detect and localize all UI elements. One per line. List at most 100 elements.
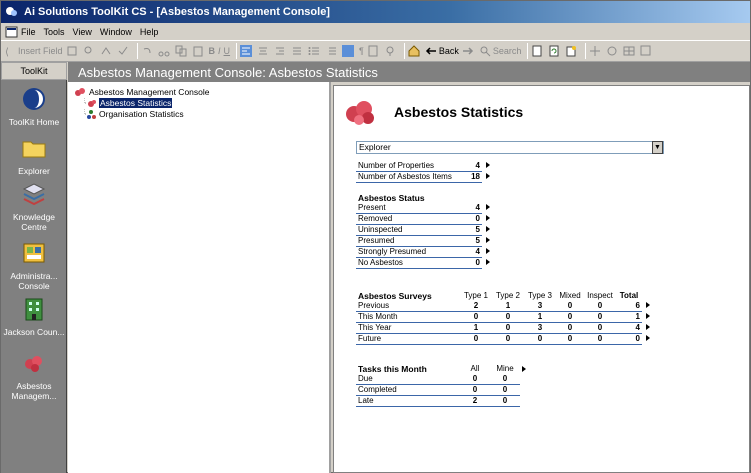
sidebar-item-jackson-county[interactable]: Jackson Coun... — [1, 296, 67, 337]
sidebar-item-toolkit-home[interactable]: ToolKit Home — [1, 86, 67, 127]
table-row: This Year 1 0 3 0 0 4 — [356, 322, 652, 334]
cell-value: 3 — [524, 322, 556, 334]
cell-value: 0 — [556, 311, 584, 323]
drilldown-arrow-icon[interactable] — [482, 225, 492, 236]
select-value: Explorer — [359, 142, 391, 152]
organisation-select[interactable]: Explorer ▼ — [356, 141, 664, 154]
undo-button[interactable] — [141, 43, 155, 59]
underline-button[interactable]: U — [224, 43, 231, 59]
title-bar[interactable]: Ai Solutions ToolKit CS - [Asbestos Mana… — [1, 1, 750, 23]
menu-window[interactable]: Window — [100, 27, 132, 37]
row-label: Number of Properties — [356, 161, 460, 172]
bullet-list-button[interactable] — [325, 43, 339, 59]
drilldown-arrow-icon[interactable] — [482, 236, 492, 247]
align-left-button[interactable] — [240, 43, 254, 59]
align-right-button[interactable] — [274, 43, 288, 59]
menu-tools[interactable]: Tools — [44, 27, 65, 37]
home-button[interactable] — [408, 43, 422, 59]
cell-value: 0 — [460, 374, 490, 385]
menu-file[interactable]: File — [21, 27, 36, 37]
search-label: Search — [492, 46, 522, 56]
new-document-button[interactable] — [565, 43, 579, 59]
sidebar-item-label: ToolKit Home — [8, 117, 60, 127]
asbestos-logo-icon — [346, 101, 374, 125]
drilldown-arrow-icon[interactable] — [482, 161, 492, 172]
sidebar-item-label: Jackson Coun... — [3, 327, 65, 337]
menu-help[interactable]: Help — [140, 27, 159, 37]
dropdown-arrow-icon[interactable]: ▼ — [652, 141, 663, 154]
tree-node-label: Asbestos Management Console — [89, 87, 210, 97]
cell-value: 3 — [524, 301, 556, 312]
cell-value: 0 — [556, 322, 584, 334]
drilldown-arrow-icon[interactable] — [482, 172, 492, 183]
numbered-list-button[interactable] — [308, 43, 322, 59]
row-value: 0 — [460, 257, 482, 269]
menu-view[interactable]: View — [73, 27, 92, 37]
tree-node-organisation-statistics[interactable]: Organisation Statistics — [84, 109, 184, 119]
spell-check-button[interactable] — [117, 43, 131, 59]
print-preview-button[interactable] — [531, 43, 545, 59]
drilldown-arrow-icon[interactable] — [482, 214, 492, 225]
replace-button[interactable] — [100, 43, 114, 59]
organisation-icon — [84, 109, 96, 119]
toolkit-home-icon — [23, 88, 45, 110]
cut-button[interactable] — [158, 43, 172, 59]
status-table: Asbestos Status Present 4 Removed 0 Uninsp… — [356, 193, 492, 269]
sidebar-item-label: Explorer — [18, 166, 50, 176]
search-button[interactable]: Search — [479, 43, 522, 59]
sidebar-item-asbestos-management[interactable]: Asbestos Managem... — [1, 350, 67, 401]
section-title: Tasks this Month — [358, 364, 427, 374]
paragraph-button[interactable]: ¶ — [359, 43, 364, 59]
back-button[interactable]: Back — [425, 43, 459, 59]
cell-value: 1 — [616, 311, 642, 323]
drilldown-arrow-icon[interactable] — [642, 301, 652, 312]
asbestos-icon — [75, 88, 85, 96]
insert-field-button[interactable]: ⟨ Insert Field — [4, 43, 63, 59]
insert-button[interactable] — [589, 43, 603, 59]
find-button[interactable] — [83, 43, 97, 59]
bold-button[interactable]: B — [209, 43, 216, 59]
cell-value: 2 — [460, 301, 492, 312]
preview-button[interactable] — [640, 43, 654, 59]
drilldown-arrow-icon[interactable] — [482, 258, 492, 269]
table-header: Tasks this Month All Mine — [356, 364, 528, 374]
sidebar-item-administration-console[interactable]: Administra... Console — [1, 240, 67, 291]
tree-node-root[interactable]: Asbestos Management Console — [74, 87, 210, 97]
drilldown-arrow-icon[interactable] — [642, 312, 652, 323]
highlight-button[interactable] — [342, 43, 356, 59]
column-header: Type 1 — [463, 291, 488, 300]
sidebar-item-knowledge-centre[interactable]: Knowledge Centre — [1, 181, 67, 232]
drilldown-arrow-icon[interactable] — [482, 203, 492, 214]
justify-button[interactable] — [291, 43, 305, 59]
cell-value: 0 — [584, 311, 616, 323]
paste-button[interactable] — [192, 43, 206, 59]
drilldown-arrow-icon[interactable] — [520, 364, 528, 374]
italic-button[interactable]: I — [218, 43, 221, 59]
cell-value: 1 — [460, 322, 492, 334]
tools-button[interactable] — [606, 43, 620, 59]
drilldown-arrow-icon[interactable] — [642, 334, 652, 345]
table-icon — [623, 46, 635, 56]
row-value: 0 — [460, 213, 482, 225]
copy-button[interactable] — [175, 43, 189, 59]
drilldown-arrow-icon[interactable] — [482, 247, 492, 258]
row-value: 4 — [460, 161, 482, 172]
tree-node-asbestos-statistics[interactable]: Asbestos Statistics — [84, 98, 173, 108]
page-button[interactable] — [367, 43, 381, 59]
align-center-button[interactable] — [257, 43, 271, 59]
forward-button[interactable] — [462, 43, 476, 59]
insert-field-label: Insert Field — [18, 46, 63, 56]
tree-node-label: Asbestos Statistics — [99, 98, 173, 108]
row-label: Number of Asbestos Items — [356, 171, 460, 183]
drilldown-arrow-icon[interactable] — [642, 323, 652, 334]
table-button[interactable] — [623, 43, 637, 59]
justify-icon — [293, 47, 302, 55]
paint-button[interactable] — [66, 43, 80, 59]
zoom-button[interactable] — [384, 43, 398, 59]
align-left-icon — [240, 45, 253, 57]
row-label: Present — [356, 203, 460, 214]
sidebar-item-explorer[interactable]: Explorer — [1, 135, 67, 176]
cell-value: 0 — [584, 322, 616, 334]
refresh-button[interactable] — [548, 43, 562, 59]
toolbar-separator — [236, 43, 238, 59]
